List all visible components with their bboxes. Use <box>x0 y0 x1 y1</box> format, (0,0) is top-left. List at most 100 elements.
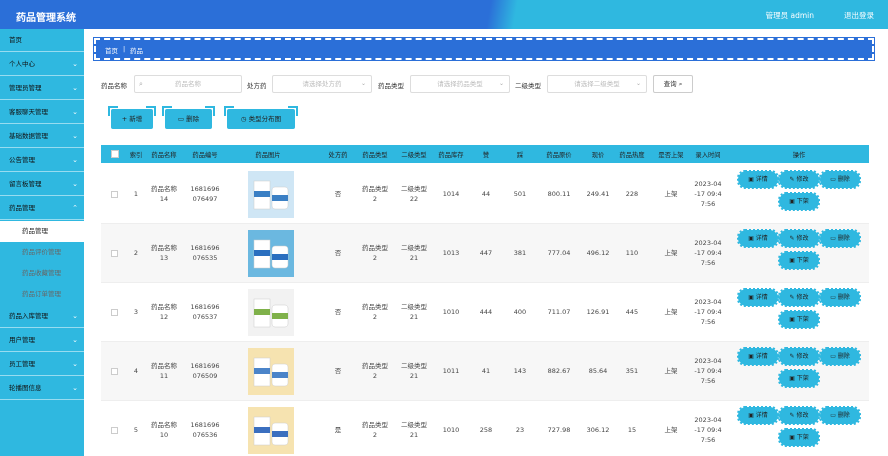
sidebar-item[interactable]: 管理员管理 ⌄ <box>0 77 84 100</box>
edit-button[interactable]: ✎ 修改 <box>778 347 820 366</box>
op-label: 详情 <box>755 412 768 419</box>
cell-type: 药品类型 2 <box>362 303 388 321</box>
sidebar-item[interactable]: 员工管理 ⌄ <box>0 353 84 376</box>
cell-type2: 二级类型 21 <box>401 244 427 262</box>
delete-button[interactable]: ▭ 删除 <box>162 106 215 129</box>
table-row[interactable]: 4 药品名称 11 1681696 076509 否药品类型 2 二级类型 21 1011… <box>101 342 869 401</box>
column-header: 索引 <box>129 152 143 159</box>
cell-type: 药品类型 2 <box>362 185 388 203</box>
cell-time: 2023-04 -17 09:4 7:56 <box>694 239 722 267</box>
cell-stock: 1011 <box>442 367 460 375</box>
cell-type: 药品类型 2 <box>362 244 388 262</box>
column-header: 药品名称 <box>151 152 177 159</box>
cell-type2: 二级类型 21 <box>401 362 427 380</box>
delete-row-button[interactable]: ▭ 删除 <box>819 288 861 307</box>
take-down-button[interactable]: ▣ 下架 <box>778 369 820 388</box>
cell-time: 2023-04 -17 09:4 7:56 <box>694 357 722 385</box>
sidebar-subitem[interactable]: 药品评价管理 <box>0 242 84 263</box>
chevron-down-icon: ⌄ <box>635 80 641 87</box>
sidebar-item[interactable]: 公告管理 ⌄ <box>0 149 84 172</box>
detail-button[interactable]: ▣ 详情 <box>737 347 779 366</box>
app-title: 药品管理系统 <box>16 13 76 24</box>
delete-row-button[interactable]: ▭ 删除 <box>819 170 861 189</box>
detail-button[interactable]: ▣ 详情 <box>737 170 779 189</box>
edit-button[interactable]: ✎ 修改 <box>778 170 820 189</box>
cell-stock: 1010 <box>442 308 460 316</box>
sidebar-subitem[interactable]: 药品管理 <box>0 221 84 242</box>
chevron-icon: ⌄ <box>72 336 78 344</box>
cell-rx: 否 <box>334 190 342 198</box>
add-button[interactable]: + 新增 <box>108 106 156 129</box>
cell-down: 23 <box>515 426 525 434</box>
cell-price: 727.98 <box>547 426 571 434</box>
take-down-button[interactable]: ▣ 下架 <box>778 192 820 211</box>
cell-code: 1681696 076535 <box>190 244 220 262</box>
delete-row-button[interactable]: ▭ 删除 <box>819 347 861 366</box>
type-select[interactable]: 请选择药品类型 ⌄ <box>410 75 510 93</box>
edit-button[interactable]: ✎ 修改 <box>778 288 820 307</box>
op-label: 下架 <box>796 375 809 382</box>
sidebar-item[interactable]: 基础数据管理 ⌄ <box>0 125 84 148</box>
op-label: 删除 <box>837 294 850 301</box>
rx-select[interactable]: 请选择处方药 ⌄ <box>272 75 372 93</box>
sidebar-item[interactable]: 留言板管理 ⌄ <box>0 173 84 196</box>
cell-rx: 否 <box>334 249 342 257</box>
doc-icon: ▣ <box>789 434 797 441</box>
sidebar-item[interactable]: 个人中心 ⌄ <box>0 53 84 76</box>
sidebar-item-label: 留言板管理 <box>9 180 42 188</box>
cell-code: 1681696 076497 <box>190 185 220 203</box>
table-row[interactable]: 5 药品名称 10 1681696 076536 是药品类型 2 二级类型 21 1010… <box>101 401 869 456</box>
detail-button[interactable]: ▣ 详情 <box>737 288 779 307</box>
breadcrumb-home[interactable]: 首页 <box>105 45 118 55</box>
doc-icon: ▣ <box>748 235 756 242</box>
column-header: 药品编号 <box>192 152 218 159</box>
column-header: 药品热度 <box>619 152 645 159</box>
sidebar-item-label: 员工管理 <box>9 360 35 368</box>
table-row[interactable]: 3 药品名称 12 1681696 076537 否药品类型 2 二级类型 21 1010… <box>101 283 869 342</box>
sidebar-subitem[interactable]: 药品收藏管理 <box>0 263 84 284</box>
trash-icon: ▭ <box>830 294 838 301</box>
sidebar-item[interactable]: 药品管理 ⌃ <box>0 197 84 220</box>
chevron-down-icon: ⌄ <box>360 80 366 87</box>
edit-button[interactable]: ✎ 修改 <box>778 229 820 248</box>
chevron-icon: ⌄ <box>72 156 78 164</box>
drug-image <box>248 230 294 277</box>
delete-row-button[interactable]: ▭ 删除 <box>819 229 861 248</box>
cell-code: 1681696 076509 <box>190 362 220 380</box>
edit-button[interactable]: ✎ 修改 <box>778 406 820 425</box>
take-down-button[interactable]: ▣ 下架 <box>778 251 820 270</box>
breadcrumb-current: 药品 <box>130 47 143 55</box>
sidebar-item-label: 基础数据管理 <box>9 132 48 140</box>
sidebar-subitem[interactable]: 药品订单管理 <box>0 284 84 305</box>
sidebar-item[interactable]: 客服聊天管理 ⌄ <box>0 101 84 124</box>
name-label: 药品名称 <box>101 82 127 90</box>
chevron-icon: ⌄ <box>72 360 78 368</box>
op-label: 修改 <box>796 235 809 242</box>
take-down-button[interactable]: ▣ 下架 <box>778 428 820 447</box>
search-button[interactable]: 查询 ⌕ <box>653 75 693 93</box>
sidebar-item[interactable]: 首页 <box>0 29 84 52</box>
type2-select[interactable]: 请选择二级类型 ⌄ <box>547 75 647 93</box>
chart-button[interactable]: ◷ 类型分布图 <box>224 106 298 129</box>
cell-name: 药品名称 12 <box>151 303 177 321</box>
name-search-input[interactable]: ⌕ 药品名称 <box>134 75 242 93</box>
detail-button[interactable]: ▣ 详情 <box>737 406 779 425</box>
cell-hot: 351 <box>625 367 639 375</box>
detail-button[interactable]: ▣ 详情 <box>737 229 779 248</box>
logout-link[interactable]: 退出登录 <box>844 10 874 21</box>
trash-icon: ▭ <box>830 235 838 242</box>
cell-type2: 二级类型 21 <box>401 303 427 321</box>
cell-stock: 1013 <box>442 249 460 257</box>
table-row[interactable]: 2 药品名称 13 1681696 076535 否药品类型 2 二级类型 21 1013… <box>101 224 869 283</box>
cell-shelf: 上架 <box>664 308 678 316</box>
select-all-checkbox[interactable] <box>111 150 119 158</box>
take-down-button[interactable]: ▣ 下架 <box>778 310 820 329</box>
sidebar-item[interactable]: 用户管理 ⌄ <box>0 329 84 352</box>
sidebar-item[interactable]: 轮播图信息 ⌄ <box>0 377 84 400</box>
op-label: 删除 <box>837 412 850 419</box>
delete-row-button[interactable]: ▭ 删除 <box>819 406 861 425</box>
table-row[interactable]: 1 药品名称 14 1681696 076497 否药品类型 2 二级类型 22 1014… <box>101 165 869 224</box>
cell-name: 药品名称 10 <box>151 421 177 439</box>
sidebar-item[interactable]: 药品入库管理 ⌄ <box>0 305 84 328</box>
doc-icon: ▣ <box>789 198 797 205</box>
